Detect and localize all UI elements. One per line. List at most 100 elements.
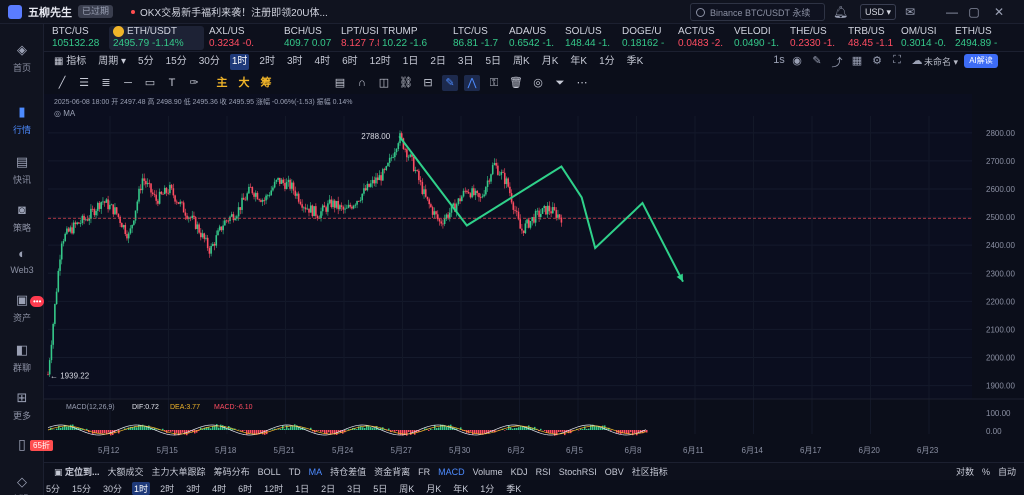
draw-pen-icon[interactable]: ✎: [442, 75, 458, 91]
bottom-timeframe-7[interactable]: 6时: [236, 482, 254, 495]
promo-banner[interactable]: OKX交易新手福利来袭！注册即领20U体...: [131, 4, 328, 19]
period-button[interactable]: 周期 ▾: [96, 54, 128, 70]
timeframe-14[interactable]: 月K: [540, 54, 561, 70]
brush-icon[interactable]: ✑: [186, 75, 202, 91]
grid-layout-icon[interactable]: ▦: [850, 54, 864, 67]
bottom-timeframe-15[interactable]: 年K: [451, 482, 470, 495]
bottom-timeframe-8[interactable]: 12时: [262, 482, 285, 495]
bottom-timeframe-3[interactable]: 1时: [132, 481, 151, 495]
sidebar-item-7[interactable]: ⊞ 更多: [0, 390, 44, 422]
promo-discount-badge[interactable]: 65折: [30, 440, 53, 451]
indicator-9[interactable]: MACD: [438, 467, 465, 477]
link-icon[interactable]: ⛓: [398, 75, 414, 91]
indicator-7[interactable]: 资金背离: [374, 465, 410, 478]
horizontal-line-icon[interactable]: ─: [120, 75, 136, 91]
ticker-6[interactable]: LTC/US 86.81 -1.7: [453, 26, 507, 50]
bottom-timeframe-9[interactable]: 1日: [293, 482, 311, 495]
bottom-timeframe-12[interactable]: 5日: [371, 482, 389, 495]
close-icon[interactable]: ✕: [992, 5, 1006, 19]
timeframe-17[interactable]: 季K: [625, 54, 646, 70]
pattern-icon[interactable]: ⋀: [464, 75, 480, 91]
ticker-11[interactable]: VELODI 0.0490 -1.: [734, 26, 788, 50]
bottom-timeframe-5[interactable]: 3时: [184, 482, 202, 495]
scale-option-0[interactable]: 对数: [956, 465, 974, 478]
bottom-timeframe-6[interactable]: 4时: [210, 482, 228, 495]
timeframe-4[interactable]: 2时: [257, 54, 277, 70]
filter-icon[interactable]: ⏷: [552, 75, 568, 91]
eye-icon[interactable]: ◎: [530, 75, 546, 91]
currency-select[interactable]: USD ▾: [860, 4, 897, 20]
indicator-0[interactable]: 大额成交: [108, 465, 144, 478]
sidebar-item-0[interactable]: ◈ 首页: [0, 42, 44, 74]
bottom-timeframe-1[interactable]: 15分: [70, 482, 93, 495]
lock-icon[interactable]: ⚿: [486, 75, 502, 91]
measure-icon[interactable]: ⊟: [420, 75, 436, 91]
bottom-timeframe-16[interactable]: 1分: [478, 482, 496, 495]
camera-icon[interactable]: ◉: [790, 54, 804, 67]
ticker-0[interactable]: BTC/US 105132.28: [52, 26, 108, 50]
parallel-line-icon[interactable]: ☰: [76, 75, 92, 91]
ticker-15[interactable]: ETH/US 2494.89 -: [955, 26, 1015, 50]
overlay-tool-2[interactable]: 筹: [258, 75, 274, 91]
share-icon[interactable]: ⤴: [830, 54, 844, 70]
bottom-timeframe-13[interactable]: 周K: [397, 482, 416, 495]
indicator-button[interactable]: ▦ 指标: [52, 54, 88, 70]
layout-name[interactable]: 未命名 ▾: [924, 55, 958, 68]
indicator-10[interactable]: Volume: [473, 467, 503, 477]
indicator-1[interactable]: 主力大单跟踪: [152, 465, 206, 478]
mail-icon[interactable]: ✉: [903, 5, 917, 19]
indicator-15[interactable]: 社区指标: [632, 465, 668, 478]
sidebar-item-1[interactable]: ▮ 行情: [0, 104, 44, 136]
sidebar-item-8[interactable]: ◇VIP: [0, 474, 44, 495]
bottom-timeframe-10[interactable]: 2日: [319, 482, 337, 495]
ticker-13[interactable]: TRB/US 48.45 -1.1: [848, 26, 898, 50]
sidebar-item-4[interactable]: ◐ Web3: [0, 246, 44, 275]
timeframe-2[interactable]: 30分: [197, 54, 222, 70]
locate-button[interactable]: ▣ 定位到...: [54, 465, 100, 478]
search-input[interactable]: Binance BTC/USDT 永续: [690, 3, 825, 21]
more-icon[interactable]: ⋯: [574, 75, 590, 91]
bottom-timeframe-2[interactable]: 30分: [101, 482, 124, 495]
calendar-icon[interactable]: ▤: [332, 75, 348, 91]
minimize-icon[interactable]: —: [945, 5, 959, 19]
text-icon[interactable]: T: [164, 75, 180, 91]
sidebar-item-2[interactable]: ▤ 快讯: [0, 154, 44, 186]
timeframe-6[interactable]: 4时: [313, 54, 333, 70]
right-timeframe[interactable]: 1s: [772, 54, 786, 66]
fullscreen-icon[interactable]: ⛶: [890, 54, 904, 67]
pencil-icon[interactable]: ✎: [810, 54, 824, 67]
timeframe-16[interactable]: 1分: [597, 54, 617, 70]
ticker-1[interactable]: ETH/USDT 2495.79 -1.14%: [109, 26, 204, 50]
timeframe-15[interactable]: 年K: [568, 54, 589, 70]
rect-icon[interactable]: ▭: [142, 75, 158, 91]
overlay-tool-0[interactable]: 主: [214, 75, 230, 91]
indicator-3[interactable]: BOLL: [258, 467, 281, 477]
bell-icon[interactable]: 🔔︎: [833, 5, 848, 19]
timeframe-1[interactable]: 15分: [164, 54, 189, 70]
fib-icon[interactable]: ≣: [98, 75, 114, 91]
ticker-9[interactable]: DOGE/U 0.18162 -: [622, 26, 676, 50]
ai-analysis-button[interactable]: AI解读: [964, 54, 998, 68]
ticker-10[interactable]: ACT/US 0.0483 -2.: [678, 26, 732, 50]
overlay-tool-1[interactable]: 大: [236, 75, 252, 91]
indicator-13[interactable]: StochRSI: [559, 467, 597, 477]
chart-area[interactable]: 1900.00 2000.00 2100.00 2200.00 2300.00 2400.…: [44, 94, 1024, 455]
indicator-11[interactable]: KDJ: [511, 467, 528, 477]
layers-icon[interactable]: ◫: [376, 75, 392, 91]
ticker-3[interactable]: BCH/US 409.7 0.07: [284, 26, 338, 50]
trash-icon[interactable]: 🗑︎: [508, 75, 524, 91]
trend-line-icon[interactable]: ╱: [54, 75, 70, 91]
settings-icon[interactable]: ⚙: [870, 54, 884, 67]
timeframe-10[interactable]: 2日: [428, 54, 448, 70]
ticker-12[interactable]: THE/US 0.2330 -1.: [790, 26, 844, 50]
bottom-timeframe-4[interactable]: 2时: [158, 482, 176, 495]
bottom-timeframe-17[interactable]: 季K: [504, 482, 523, 495]
timeframe-12[interactable]: 5日: [483, 54, 503, 70]
sidebar-item-6[interactable]: ◧ 群聊: [0, 342, 44, 374]
indicator-6[interactable]: 持仓差值: [330, 465, 366, 478]
timeframe-5[interactable]: 3时: [285, 54, 305, 70]
scale-option-2[interactable]: 自动: [998, 465, 1016, 478]
ticker-7[interactable]: ADA/US 0.6542 -1.: [509, 26, 563, 50]
ticker-5[interactable]: TRUMP 10.22 -1.6: [382, 26, 448, 50]
indicator-2[interactable]: 筹码分布: [214, 465, 250, 478]
